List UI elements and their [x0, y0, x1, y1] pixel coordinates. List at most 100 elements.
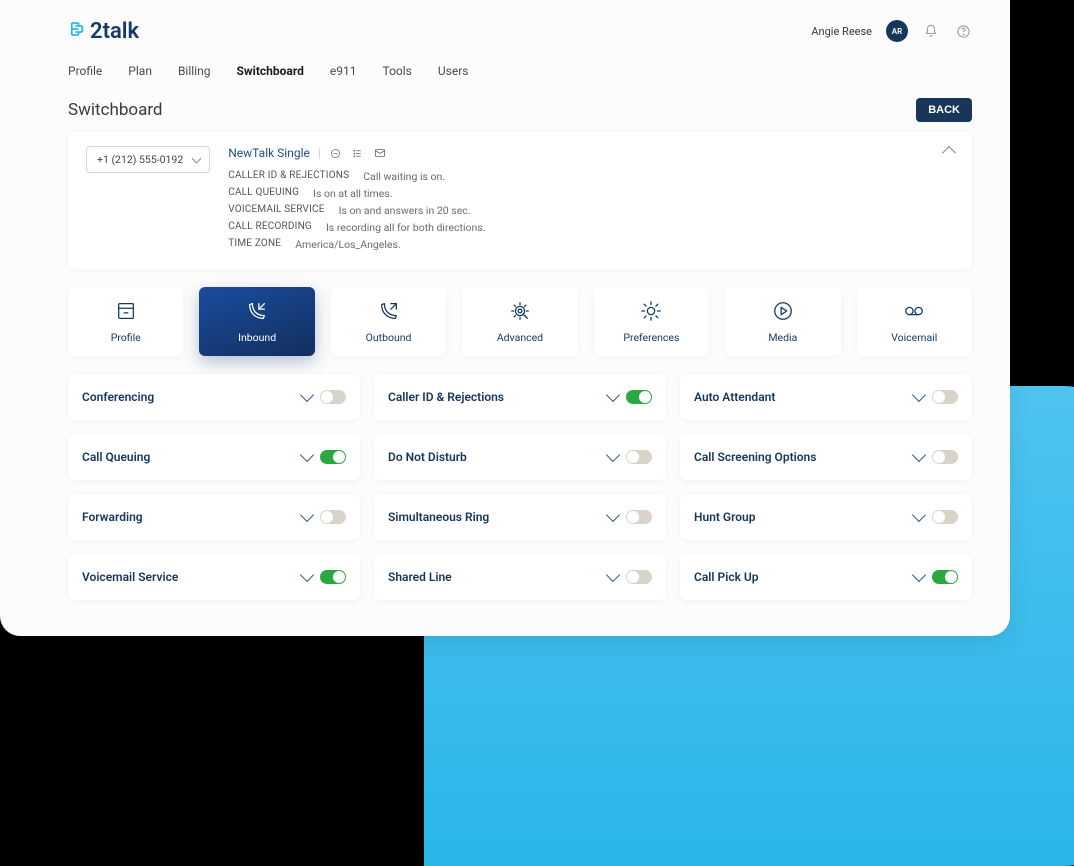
nav-item-profile[interactable]: Profile	[68, 64, 102, 78]
feature-forwarding: Forwarding	[68, 494, 360, 540]
toggle-do-not-disturb[interactable]	[626, 450, 652, 464]
nav-item-switchboard[interactable]: Switchboard	[236, 64, 303, 78]
toggle-call-queuing[interactable]	[320, 450, 346, 464]
tile-inbound[interactable]: Inbound	[199, 287, 314, 356]
feature-controls	[914, 510, 958, 524]
toggle-shared-line[interactable]	[626, 570, 652, 584]
user-name: Angie Reese	[811, 25, 872, 38]
summary-value: America/Los_Angeles.	[295, 238, 401, 251]
tile-label: Advanced	[497, 331, 543, 344]
chevron-down-icon[interactable]	[912, 508, 926, 522]
nav-item-e911[interactable]: e911	[330, 64, 357, 78]
feature-name: Shared Line	[388, 570, 452, 584]
profile-icon	[114, 299, 138, 323]
summary-row: CALLER ID & REJECTIONSCall waiting is on…	[228, 170, 954, 183]
toggle-caller-id-rejections[interactable]	[626, 390, 652, 404]
summary-title-row: NewTalk Single |	[228, 146, 954, 160]
summary-value: Is on and answers in 20 sec.	[339, 204, 471, 217]
chevron-down-icon[interactable]	[606, 388, 620, 402]
feature-name: Call Queuing	[82, 450, 150, 464]
chevron-down-icon[interactable]	[300, 568, 314, 582]
feature-voicemail-service: Voicemail Service	[68, 554, 360, 600]
plan-name: NewTalk Single	[228, 146, 310, 160]
feature-controls	[302, 450, 346, 464]
feature-shared-line: Shared Line	[374, 554, 666, 600]
feature-controls	[608, 390, 652, 404]
feature-conferencing: Conferencing	[68, 374, 360, 420]
tile-preferences[interactable]: Preferences	[594, 287, 709, 356]
summary-row: VOICEMAIL SERVICE Is on and answers in 20…	[228, 204, 954, 217]
bell-icon[interactable]	[922, 22, 940, 40]
feature-controls	[302, 390, 346, 404]
feature-controls	[608, 570, 652, 584]
tile-label: Profile	[111, 331, 141, 344]
chevron-down-icon[interactable]	[606, 568, 620, 582]
chevron-down-icon[interactable]	[912, 388, 926, 402]
tile-media[interactable]: Media	[725, 287, 840, 356]
toggle-simultaneous-ring[interactable]	[626, 510, 652, 524]
feature-name: Voicemail Service	[82, 570, 178, 584]
feature-controls	[608, 450, 652, 464]
chevron-down-icon[interactable]	[912, 448, 926, 462]
feature-controls	[914, 570, 958, 584]
feature-name: Conferencing	[82, 390, 154, 404]
voicemail-icon	[902, 299, 926, 323]
toggle-call-screening-options[interactable]	[932, 450, 958, 464]
nav-item-plan[interactable]: Plan	[128, 64, 152, 78]
feature-name: Call Pick Up	[694, 570, 759, 584]
chevron-down-icon[interactable]	[300, 448, 314, 462]
toggle-auto-attendant[interactable]	[932, 390, 958, 404]
nav-item-users[interactable]: Users	[438, 64, 469, 78]
toggle-conferencing[interactable]	[320, 390, 346, 404]
app-header: 2talk Angie Reese AR	[68, 14, 972, 48]
summary-label: VOICEMAIL SERVICE	[228, 204, 324, 217]
block-icon[interactable]	[329, 146, 343, 160]
list-icon[interactable]	[351, 146, 365, 160]
summary-label: CALL RECORDING	[228, 221, 312, 234]
toggle-voicemail-service[interactable]	[320, 570, 346, 584]
category-tiles: Profile Inbound Outbound Advanced Preference…	[68, 287, 972, 356]
advanced-icon	[508, 299, 532, 323]
feature-controls	[302, 510, 346, 524]
feature-hunt-group: Hunt Group	[680, 494, 972, 540]
nav-item-tools[interactable]: Tools	[382, 64, 411, 78]
back-button[interactable]: BACK	[916, 98, 972, 122]
chevron-down-icon[interactable]	[606, 508, 620, 522]
chevron-down-icon[interactable]	[606, 448, 620, 462]
user-area: Angie Reese AR	[811, 20, 972, 42]
summary-label: CALL QUEUING	[228, 187, 299, 200]
help-icon[interactable]	[954, 22, 972, 40]
feature-name: Caller ID & Rejections	[388, 390, 504, 404]
logo-text: 2talk	[90, 19, 139, 44]
page-head: Switchboard BACK	[68, 98, 972, 122]
mail-icon[interactable]	[373, 146, 387, 160]
feature-name: Hunt Group	[694, 510, 755, 524]
summary-body: NewTalk Single | CALLER ID & REJECTIONSC…	[228, 146, 954, 255]
tile-outbound[interactable]: Outbound	[331, 287, 446, 356]
inbound-icon	[245, 299, 269, 323]
chevron-down-icon[interactable]	[300, 388, 314, 402]
logo-icon	[68, 20, 86, 43]
summary-row: CALL QUEUING Is on at all times.	[228, 187, 954, 200]
chevron-down-icon[interactable]	[912, 568, 926, 582]
chevron-down-icon[interactable]	[300, 508, 314, 522]
feature-controls	[914, 450, 958, 464]
toggle-call-pick-up[interactable]	[932, 570, 958, 584]
tile-label: Outbound	[366, 331, 412, 344]
avatar[interactable]: AR	[886, 20, 908, 42]
summary-row: CALL RECORDINGIs recording all for both …	[228, 221, 954, 234]
feature-grid: ConferencingCaller ID & RejectionsAuto A…	[68, 374, 972, 600]
phone-selector[interactable]: +1 (212) 555-0192	[86, 146, 210, 173]
tile-voicemail[interactable]: Voicemail	[857, 287, 972, 356]
nav-item-billing[interactable]: Billing	[178, 64, 211, 78]
toggle-forwarding[interactable]	[320, 510, 346, 524]
media-icon	[771, 299, 795, 323]
logo: 2talk	[68, 19, 139, 44]
summary-value: Is on at all times.	[313, 187, 392, 200]
tile-profile[interactable]: Profile	[68, 287, 183, 356]
tile-advanced[interactable]: Advanced	[462, 287, 577, 356]
tile-label: Inbound	[238, 331, 276, 344]
toggle-hunt-group[interactable]	[932, 510, 958, 524]
feature-caller-id-rejections: Caller ID & Rejections	[374, 374, 666, 420]
feature-name: Call Screening Options	[694, 450, 816, 464]
